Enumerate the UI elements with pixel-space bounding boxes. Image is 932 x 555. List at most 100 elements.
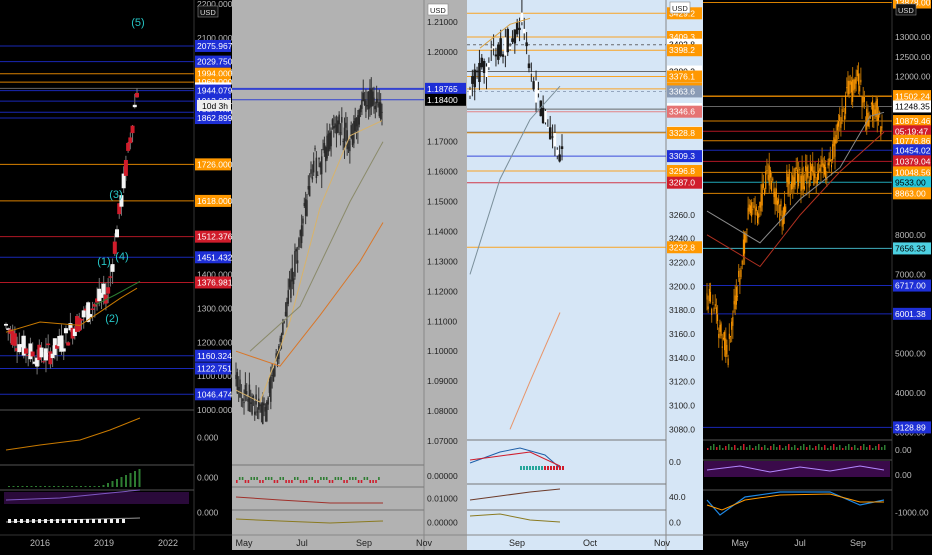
candle-body (342, 140, 344, 142)
gold-histogram-bar (138, 469, 141, 487)
chart-layout: (5)(3)(1)(4)(2)2100.0002000.0001400.0001… (0, 0, 932, 550)
y-tick-label: 13000.00 (895, 32, 931, 42)
candle-body (371, 91, 374, 106)
sp-histogram-bar (529, 466, 531, 470)
candle-body (337, 120, 339, 133)
candle-body (781, 215, 783, 227)
currency-label: USD (672, 4, 688, 13)
candle-body (726, 344, 728, 355)
sub-tick-label: 0.01000 (427, 494, 458, 504)
btc-volume-bar (737, 448, 739, 450)
gold-macd-bar (68, 519, 71, 523)
gold-histogram-bar (44, 486, 46, 487)
candle-body (877, 114, 879, 121)
eurusd-histogram-bar (325, 477, 328, 480)
candle-body (718, 333, 720, 338)
candle-body (351, 133, 354, 146)
candle-body (267, 397, 269, 405)
btc-volume-bar (782, 448, 784, 450)
candle-body (374, 105, 377, 110)
eurusd-histogram-bar (238, 477, 241, 480)
candle-body (722, 337, 724, 340)
candle-body (762, 183, 764, 188)
candle-body (262, 402, 264, 425)
sub-tick-label: 0.000 (197, 473, 219, 483)
y-tick-label: 3120.0 (669, 377, 695, 387)
eurusd-histogram-bar (241, 477, 244, 480)
btc-volume-bar (833, 444, 835, 450)
candle-body (270, 376, 272, 402)
candle-body (279, 338, 281, 342)
btc-volume-bar (878, 444, 880, 450)
candle-body (778, 198, 780, 204)
candle-body (115, 229, 120, 238)
gold-histogram-bar (84, 486, 87, 487)
candle-body (814, 173, 816, 178)
candle-body (721, 346, 723, 348)
candle-body (766, 170, 768, 172)
btc-volume-bar (719, 445, 721, 450)
candle-body (307, 186, 310, 190)
sp-histogram-bar (538, 466, 540, 470)
y-tick-label: 1000.000 (197, 405, 233, 415)
btc-volume-bar (716, 447, 718, 450)
candle-body (260, 404, 263, 413)
gold-macd-bar (50, 519, 53, 523)
btc-volume-bar (788, 444, 790, 450)
candle-body (110, 264, 115, 272)
eurusd-histogram-bar (296, 477, 299, 480)
candle-body (101, 283, 106, 295)
candle-body (513, 29, 517, 44)
candle-body (860, 79, 862, 83)
candle-body (506, 28, 509, 53)
gold-macd-bar (110, 519, 113, 523)
candle-body (749, 205, 751, 214)
btc-volume-bar (749, 445, 751, 450)
sp-histogram-bar (526, 466, 528, 470)
y-tick-label: 1200.000 (197, 337, 233, 347)
candle-body (341, 117, 343, 123)
btc-volume-bar (854, 445, 856, 450)
candle-body (733, 301, 735, 305)
btc-volume-bar (857, 448, 859, 450)
candle-body (366, 105, 369, 107)
candle-body (741, 260, 743, 265)
eurusd-histogram-bar (360, 480, 363, 483)
y-tick-label: 1.10000 (427, 346, 458, 356)
candle-body (872, 100, 874, 121)
candle-body (518, 27, 521, 31)
candle-body (760, 193, 762, 212)
candle-body (326, 135, 328, 159)
candle-body (799, 169, 801, 171)
price-tag-label: 10379.04 (895, 156, 931, 166)
candle-body (126, 142, 131, 151)
candle-body (343, 127, 346, 148)
candle-body (720, 323, 722, 336)
y-tick-label: 3180.0 (669, 305, 695, 315)
candle-body (379, 102, 382, 119)
candle-body (61, 348, 66, 352)
candle-body (751, 202, 753, 217)
price-tag-label: 3328.8 (669, 128, 695, 138)
sp-histogram-bar (550, 466, 552, 470)
eurusd-histogram-bar (337, 477, 340, 480)
eurusd-histogram-bar (354, 477, 357, 480)
candle-body (753, 205, 755, 208)
candle-body (775, 188, 777, 205)
candle-body (311, 177, 314, 180)
candle-body (41, 361, 46, 363)
candle-body (835, 134, 837, 144)
eurusd-histogram-bar (294, 477, 296, 480)
candle-body (849, 80, 851, 85)
candle-body (284, 311, 287, 317)
y-tick-label: 1.08000 (427, 406, 458, 416)
wave-label: (5) (131, 17, 144, 29)
candle-body (487, 62, 491, 68)
candle-body (757, 211, 759, 223)
price-tag-label: 7656.33 (895, 243, 926, 253)
candle-body (848, 81, 850, 95)
btc-volume-bar (731, 447, 733, 450)
candle-body (551, 136, 554, 138)
y-tick-label: 12500.00 (895, 52, 931, 62)
candle-body (767, 174, 769, 180)
